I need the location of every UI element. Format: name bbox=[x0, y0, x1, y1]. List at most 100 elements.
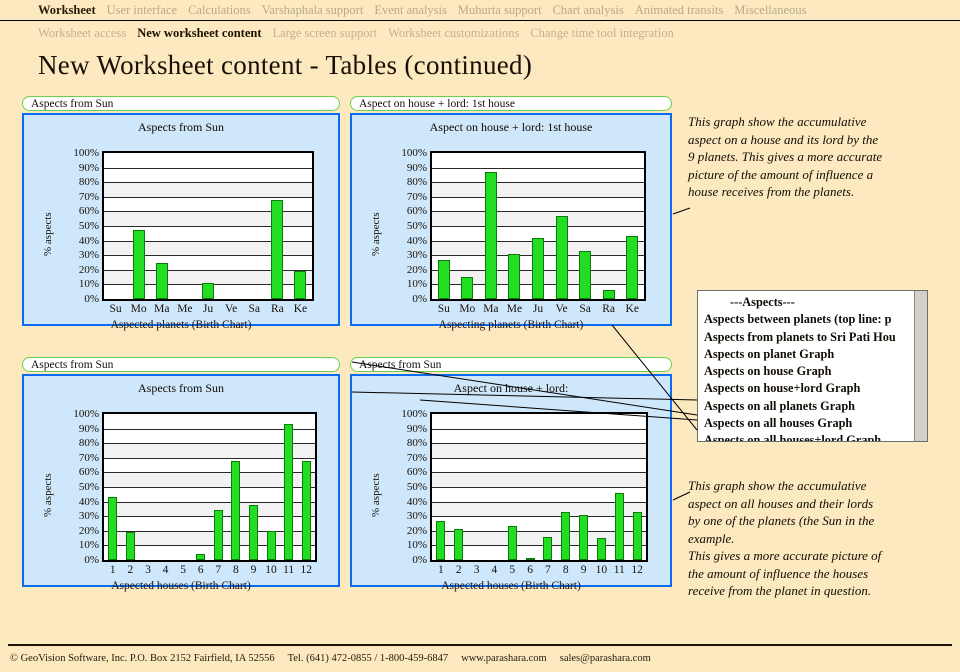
x-tick-label: 11 bbox=[283, 564, 295, 576]
x-tick-label: 6 bbox=[197, 564, 204, 576]
x-axis-label-1: Aspected planets (Birth Chart) bbox=[110, 319, 252, 331]
x-axis-label-4: Aspected houses (Birth Chart) bbox=[441, 580, 581, 592]
aspects-listbox[interactable]: ---Aspects--- Aspects between planets (to… bbox=[697, 290, 928, 442]
list-item[interactable]: Aspects between planets (top line: p bbox=[704, 311, 913, 328]
nav-item-miscellaneous[interactable]: Miscellaneous bbox=[734, 0, 806, 20]
y-tick-label: 0% bbox=[412, 554, 427, 566]
annotation-line: by one of the planets (the Sun in the bbox=[688, 513, 875, 528]
bar bbox=[454, 529, 463, 560]
panel-tab-2[interactable]: Aspect on house + lord: 1st house bbox=[350, 96, 672, 111]
listbox-scrollbar[interactable] bbox=[914, 291, 927, 441]
bar bbox=[615, 492, 624, 560]
bar bbox=[436, 520, 445, 560]
nav-item-chart-analysis[interactable]: Chart analysis bbox=[553, 0, 624, 20]
y-tick-label: 80% bbox=[78, 437, 99, 450]
chart-body-1: Aspects from Sun% aspects 0% 10% 20% 30% 40% 5… bbox=[22, 113, 340, 331]
grid-band bbox=[104, 182, 312, 197]
bar bbox=[579, 250, 591, 299]
bar bbox=[294, 271, 306, 299]
x-tick-label: Ke bbox=[625, 303, 639, 315]
aspects-listbox-items[interactable]: ---Aspects--- Aspects between planets (to… bbox=[698, 291, 913, 441]
x-tick-label: Sa bbox=[579, 303, 591, 315]
nav-item-varshaphala-support[interactable]: Varshaphala support bbox=[262, 0, 364, 20]
bar bbox=[202, 282, 214, 299]
list-item[interactable]: Aspects on house Graph bbox=[704, 363, 913, 380]
chart-panel-1: Aspects from Sun Aspects from Sun% aspect… bbox=[22, 96, 340, 331]
x-tick-label: 12 bbox=[631, 564, 643, 576]
list-item[interactable]: Aspects from planets to Sri Pati Hou bbox=[704, 329, 913, 346]
listbox-group-header: ---Aspects--- bbox=[730, 295, 795, 309]
nav-item-muhurta-support[interactable]: Muhurta support bbox=[458, 0, 542, 20]
x-tick-label: Ra bbox=[270, 303, 284, 315]
bar bbox=[532, 237, 544, 299]
list-item[interactable]: Aspects on all houses+lord Graph bbox=[704, 432, 913, 441]
subnav-item-large-screen-support[interactable]: Large screen support bbox=[272, 24, 377, 43]
nav-item-event-analysis[interactable]: Event analysis bbox=[374, 0, 447, 20]
y-tick-label: 50% bbox=[406, 220, 427, 232]
panel-tab-4[interactable]: Aspects from Sun bbox=[350, 357, 672, 372]
y-tick-label: 10% bbox=[406, 278, 427, 291]
bar bbox=[626, 236, 638, 299]
bar bbox=[267, 530, 276, 560]
gridline bbox=[432, 487, 646, 488]
footer-email[interactable]: sales@parashara.com bbox=[560, 653, 651, 664]
gridline bbox=[432, 516, 646, 518]
list-item[interactable]: Aspects on house+lord Graph bbox=[704, 380, 913, 397]
gridline bbox=[432, 443, 646, 445]
y-tick-label: 30% bbox=[78, 510, 99, 523]
annotation-line: aspect on all houses and their lords bbox=[688, 495, 874, 511]
y-tick-label: 90% bbox=[406, 422, 427, 435]
bar bbox=[284, 424, 293, 560]
subnav-item-worksheet-customizations[interactable]: Worksheet customizations bbox=[388, 24, 519, 43]
bar bbox=[214, 510, 223, 560]
y-tick-label: 100% bbox=[73, 147, 99, 159]
bar bbox=[597, 538, 606, 560]
bar bbox=[271, 199, 283, 299]
x-tick-label: 6 bbox=[527, 564, 533, 576]
plot-area-4 bbox=[430, 412, 648, 562]
grid-band bbox=[432, 530, 646, 546]
annotation-line: aspect on a house and its lord by the bbox=[688, 131, 879, 147]
subnav-item-new-worksheet-content[interactable]: New worksheet content bbox=[137, 24, 261, 43]
subnav-item-change-time-tool-integration[interactable]: Change time tool integration bbox=[530, 24, 673, 43]
nav-item-user-interface[interactable]: User interface bbox=[107, 0, 177, 20]
panel-tab-3[interactable]: Aspects from Sun bbox=[22, 357, 340, 372]
y-tick-label: 70% bbox=[406, 451, 427, 464]
y-tick-label: 20% bbox=[78, 524, 99, 537]
x-tick-label: 5 bbox=[180, 564, 186, 576]
y-tick-label: 20% bbox=[78, 263, 99, 276]
subnav-item-worksheet-access[interactable]: Worksheet access bbox=[38, 24, 126, 43]
annotation-line: picture of the amount of influence a bbox=[688, 166, 874, 182]
x-tick-label: 10 bbox=[265, 564, 277, 576]
y-tick-label: 20% bbox=[406, 263, 427, 276]
list-item[interactable]: Aspects on all planets Graph bbox=[704, 398, 913, 415]
y-tick-label: 60% bbox=[78, 466, 99, 479]
footer-copyright: © GeoVision Software, Inc. P.O. Box 2152… bbox=[10, 653, 275, 664]
list-item[interactable]: Aspects on planet Graph bbox=[704, 346, 913, 363]
x-tick-label: 7 bbox=[545, 564, 551, 576]
y-tick-label: 100% bbox=[401, 408, 427, 420]
x-tick-label: 7 bbox=[215, 564, 222, 576]
panel-tab-1[interactable]: Aspects from Sun bbox=[22, 96, 340, 111]
y-tick-label: 40% bbox=[406, 495, 427, 508]
y-tick-label: 20% bbox=[406, 524, 427, 537]
bar bbox=[561, 511, 570, 560]
x-tick-label: 3 bbox=[145, 564, 151, 576]
x-tick-label: Mo bbox=[459, 303, 476, 315]
x-tick-label: 2 bbox=[455, 564, 462, 576]
x-tick-label: Ve bbox=[225, 303, 238, 315]
y-tick-label: 70% bbox=[406, 190, 427, 203]
footer-website[interactable]: www.parashara.com bbox=[461, 653, 547, 664]
grid-band bbox=[432, 443, 646, 458]
list-item[interactable]: Aspects on all houses Graph bbox=[704, 415, 913, 432]
y-tick-label: 60% bbox=[406, 466, 427, 479]
y-tick-label: 80% bbox=[406, 176, 427, 189]
annotation-top-right: This graph show the accumulative aspect o… bbox=[688, 113, 882, 201]
nav-item-animated-transits[interactable]: Animated transits bbox=[635, 0, 724, 20]
primary-navigation-bar: Worksheet User interface Calculations Varsh… bbox=[0, 0, 960, 21]
y-tick-label: 80% bbox=[78, 176, 99, 189]
nav-item-worksheet[interactable]: Worksheet bbox=[38, 0, 96, 20]
nav-item-calculations[interactable]: Calculations bbox=[188, 0, 251, 20]
x-tick-label: Mo bbox=[130, 303, 147, 315]
y-tick-label: 40% bbox=[78, 495, 99, 508]
